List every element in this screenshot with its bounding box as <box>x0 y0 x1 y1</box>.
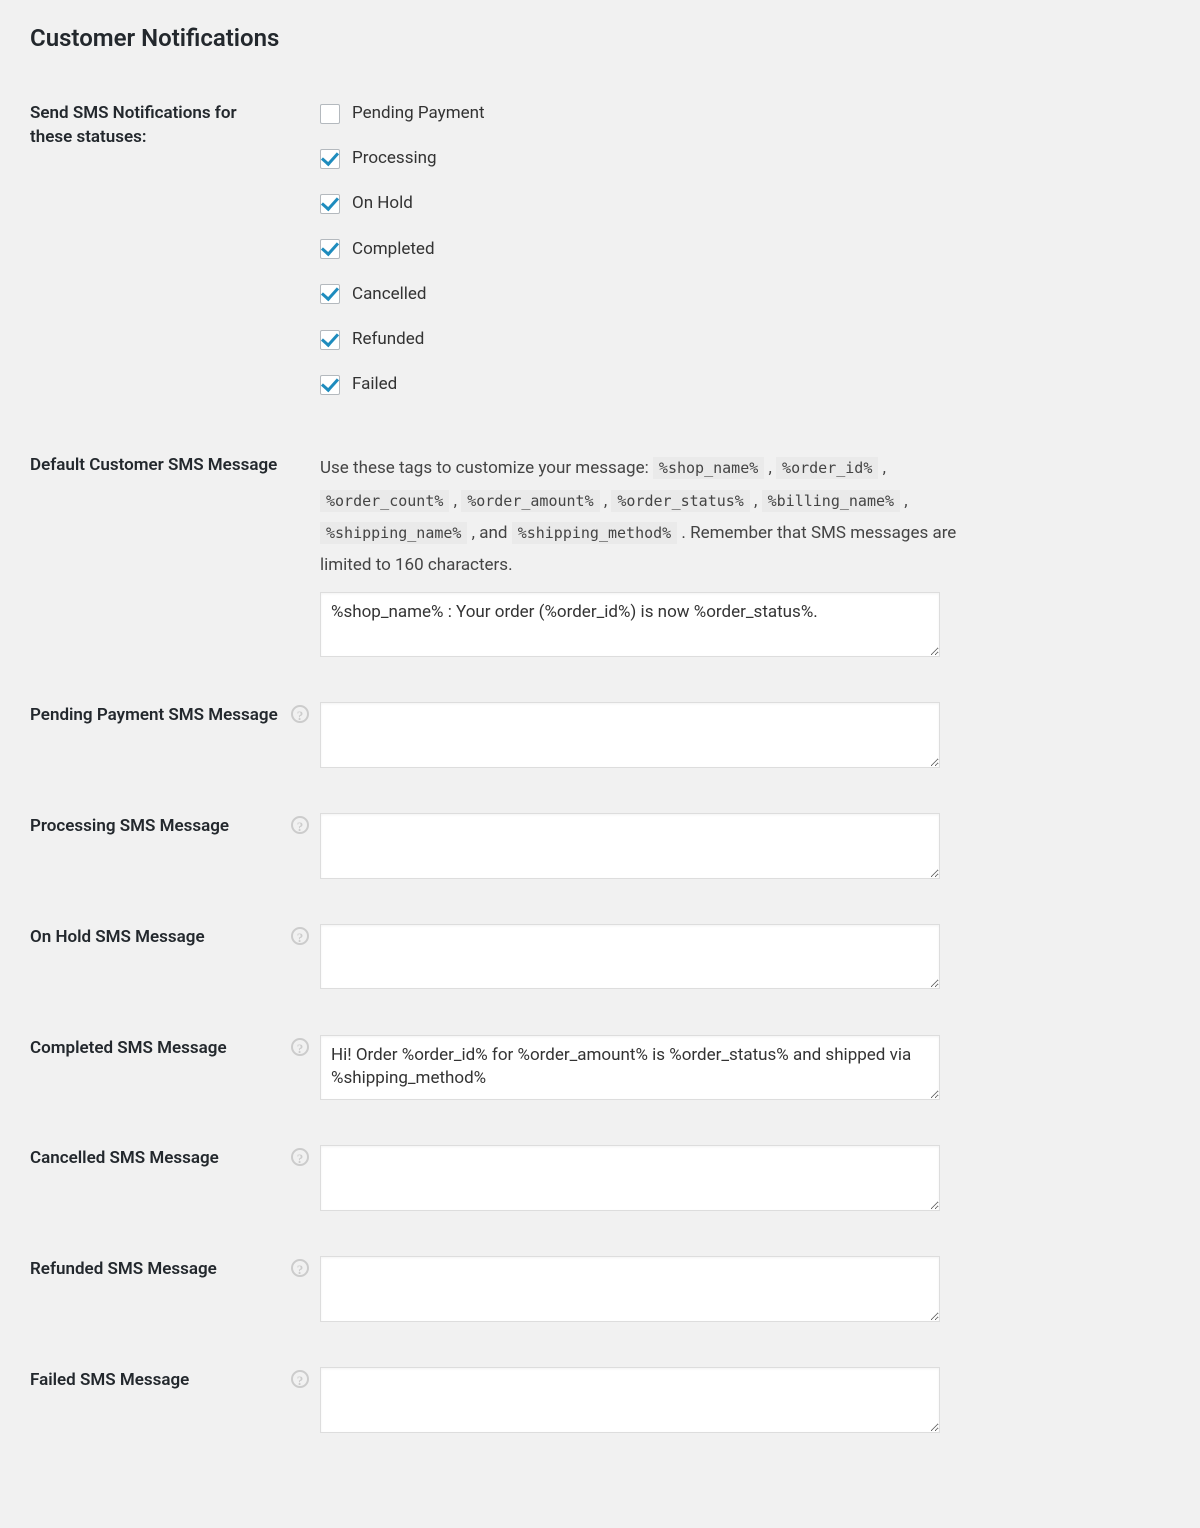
status-checkbox-row: Completed <box>320 236 1160 263</box>
row-completed-message: Completed SMS Message? <box>30 1017 1170 1128</box>
status-checkbox-cancelled[interactable] <box>320 284 340 304</box>
status-checkbox-label: Processing <box>352 145 437 172</box>
status-checkbox-refunded[interactable] <box>320 330 340 350</box>
help-icon[interactable]: ? <box>291 1259 309 1277</box>
completed-message-textarea[interactable] <box>320 1035 940 1101</box>
row-processing-message: Processing SMS Message? <box>30 795 1170 906</box>
status-checkbox-processing[interactable] <box>320 149 340 169</box>
status-checkbox-row: Refunded <box>320 326 1160 353</box>
row-default-message: Default Customer SMS Message Use these t… <box>30 434 1170 684</box>
status-checkbox-label: Cancelled <box>352 281 426 308</box>
status-checkbox-failed[interactable] <box>320 375 340 395</box>
row-pending-message: Pending Payment SMS Message? <box>30 684 1170 795</box>
status-checkbox-label: Completed <box>352 236 435 263</box>
template-tag: %shipping_method% <box>512 522 678 544</box>
settings-panel: Customer Notifications Send SMS Notifica… <box>0 24 1200 1500</box>
template-tag: %order_status% <box>611 490 749 512</box>
status-checkbox-list: Pending Payment Processing On Hold Complete… <box>320 100 1160 398</box>
row-statuses: Send SMS Notifications for these statuse… <box>30 82 1170 434</box>
refunded-message-textarea[interactable] <box>320 1256 940 1322</box>
failed-message-textarea[interactable] <box>320 1367 940 1433</box>
pending-message-label: Pending Payment SMS Message <box>30 684 290 795</box>
help-icon[interactable]: ? <box>291 1038 309 1056</box>
row-failed-message: Failed SMS Message? <box>30 1349 1170 1460</box>
status-checkbox-on-hold[interactable] <box>320 194 340 214</box>
pending-message-textarea[interactable] <box>320 702 940 768</box>
refunded-message-label: Refunded SMS Message <box>30 1238 290 1349</box>
section-title: Customer Notifications <box>30 24 1170 52</box>
row-refunded-message: Refunded SMS Message? <box>30 1238 1170 1349</box>
status-checkbox-label: On Hold <box>352 190 413 217</box>
help-icon[interactable]: ? <box>291 1148 309 1166</box>
template-tag: %order_count% <box>320 490 449 512</box>
onhold-message-label: On Hold SMS Message <box>30 906 290 1017</box>
settings-table: Send SMS Notifications for these statuse… <box>30 82 1170 1460</box>
help-icon[interactable]: ? <box>291 1370 309 1388</box>
help-icon[interactable]: ? <box>291 705 309 723</box>
completed-message-label: Completed SMS Message <box>30 1017 290 1128</box>
template-tag: %billing_name% <box>762 490 900 512</box>
help-icon[interactable]: ? <box>291 927 309 945</box>
default-message-description: Use these tags to customize your message… <box>320 452 960 581</box>
status-checkbox-label: Refunded <box>352 326 424 353</box>
status-checkbox-completed[interactable] <box>320 239 340 259</box>
processing-message-textarea[interactable] <box>320 813 940 879</box>
processing-message-label: Processing SMS Message <box>30 795 290 906</box>
status-checkbox-row: Processing <box>320 145 1160 172</box>
help-icon[interactable]: ? <box>291 816 309 834</box>
status-checkbox-row: Cancelled <box>320 281 1160 308</box>
template-tag: %shipping_name% <box>320 522 467 544</box>
template-tag: %order_amount% <box>461 490 599 512</box>
status-checkbox-label: Failed <box>352 371 397 398</box>
status-checkbox-pending-payment[interactable] <box>320 104 340 124</box>
failed-message-label: Failed SMS Message <box>30 1349 290 1460</box>
statuses-label: Send SMS Notifications for these statuse… <box>30 82 290 434</box>
row-onhold-message: On Hold SMS Message? <box>30 906 1170 1017</box>
onhold-message-textarea[interactable] <box>320 924 940 990</box>
default-message-textarea[interactable] <box>320 592 940 658</box>
status-checkbox-row: Failed <box>320 371 1160 398</box>
cancelled-message-textarea[interactable] <box>320 1145 940 1211</box>
default-message-label: Default Customer SMS Message <box>30 434 290 684</box>
row-cancelled-message: Cancelled SMS Message? <box>30 1127 1170 1238</box>
cancelled-message-label: Cancelled SMS Message <box>30 1127 290 1238</box>
status-checkbox-row: On Hold <box>320 190 1160 217</box>
template-tag: %order_id% <box>776 457 878 479</box>
template-tag: %shop_name% <box>653 457 764 479</box>
status-checkbox-row: Pending Payment <box>320 100 1160 127</box>
status-checkbox-label: Pending Payment <box>352 100 485 127</box>
